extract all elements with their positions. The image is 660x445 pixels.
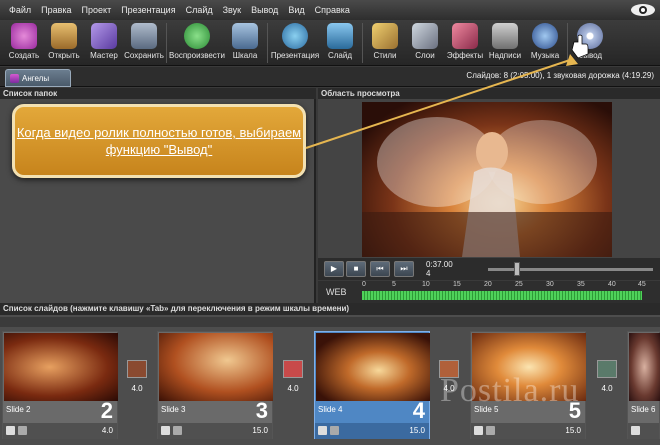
menu-edit[interactable]: Правка (36, 5, 76, 15)
transition-icon (597, 360, 617, 378)
timeline-icon (232, 23, 258, 49)
preview-image (362, 102, 612, 257)
effects-button[interactable]: Эффекты (445, 20, 485, 66)
create-button[interactable]: Создать (4, 20, 44, 66)
transition[interactable]: 4.0 (594, 360, 620, 400)
slide-icon (327, 23, 353, 49)
menu-slide[interactable]: Слайд (181, 5, 218, 15)
slide-play-icon[interactable] (474, 426, 483, 435)
time-readout: 0:37.00 4 (426, 260, 453, 278)
slide-footer: 15.0 (158, 423, 272, 439)
play-button[interactable]: ▶ (324, 261, 344, 277)
slides-scroll-track[interactable] (0, 317, 660, 327)
tutorial-callout: Когда видео ролик полностью готов, выбир… (12, 104, 306, 178)
layers-button[interactable]: Слои (405, 20, 445, 66)
presentation-button[interactable]: Презентация (270, 20, 320, 66)
project-status: Слайдов: 8 (2:05.00), 1 звуковая дорожка… (466, 71, 654, 80)
slide-card-selected[interactable]: Slide 4 4 15.0 (314, 331, 430, 439)
project-tab-bar: Ангелы Слайдов: 8 (2:05.00), 1 звуковая … (0, 67, 660, 87)
toolbar-divider (166, 23, 167, 63)
slide-thumbnail (159, 333, 273, 401)
styles-icon (372, 23, 398, 49)
slide-button[interactable]: Слайд (320, 20, 360, 66)
slide-card[interactable]: Slide 6 (627, 331, 660, 439)
tab-project[interactable]: Ангелы (5, 69, 71, 87)
slide-settings-icon[interactable] (18, 426, 27, 435)
toolbar-divider (567, 23, 568, 63)
quality-label: WEB (326, 287, 347, 297)
presentation-icon (282, 23, 308, 49)
open-icon (51, 23, 77, 49)
meter-bar (362, 291, 642, 300)
next-slide-button[interactable]: ⏭ (394, 261, 414, 277)
menu-output[interactable]: Вывод (246, 5, 283, 15)
transition-icon (283, 360, 303, 378)
save-button[interactable]: Сохранить (124, 20, 164, 66)
meter-ruler: 0 5 10 15 20 25 30 35 40 45 (362, 281, 646, 288)
slide-footer (628, 423, 659, 439)
toolbar-divider (267, 23, 268, 63)
output-button[interactable]: Вывод (570, 20, 610, 66)
scrubber-knob[interactable] (514, 262, 520, 276)
captions-button[interactable]: Надписи (485, 20, 525, 66)
effects-icon (452, 23, 478, 49)
eye-logo-icon (631, 4, 655, 16)
player-controls: ▶ ■ ⏮ ⏭ 0:37.00 4 (318, 258, 660, 280)
slide-play-icon[interactable] (161, 426, 170, 435)
captions-icon (492, 23, 518, 49)
timeline-scrubber[interactable] (488, 268, 653, 271)
slide-settings-icon[interactable] (173, 426, 182, 435)
slide-thumbnail (4, 333, 118, 401)
menu-project[interactable]: Проект (77, 5, 117, 15)
watermark: Postila.ru (440, 372, 580, 409)
menu-view[interactable]: Вид (283, 5, 309, 15)
slide-thumbnail (629, 333, 660, 401)
slide-play-icon[interactable] (318, 426, 327, 435)
menu-bar: Файл Правка Проект Презентация Слайд Зву… (0, 0, 660, 20)
slide-footer: 4.0 (3, 423, 117, 439)
slide-card[interactable]: Slide 3 3 15.0 (157, 331, 273, 439)
save-icon (131, 23, 157, 49)
slide-footer: 15.0 (315, 423, 429, 439)
slide-settings-icon[interactable] (486, 426, 495, 435)
menu-file[interactable]: Файл (4, 5, 36, 15)
music-icon (532, 23, 558, 49)
play-icon (184, 23, 210, 49)
menu-sound[interactable]: Звук (218, 5, 246, 15)
create-icon (11, 23, 37, 49)
timeline-button[interactable]: Шкала (225, 20, 265, 66)
play-button[interactable]: Воспроизвести (169, 20, 225, 66)
music-button[interactable]: Музыка (525, 20, 565, 66)
transition[interactable]: 4.0 (124, 360, 150, 400)
wizard-icon (91, 23, 117, 49)
project-icon (10, 73, 19, 83)
slides-panel-title: Список слайдов (нажмите клавишу «Tab» дл… (0, 303, 660, 315)
layers-icon (412, 23, 438, 49)
menu-help[interactable]: Справка (310, 5, 355, 15)
stop-button[interactable]: ■ (346, 261, 366, 277)
wizard-button[interactable]: Мастер (84, 20, 124, 66)
styles-button[interactable]: Стили (365, 20, 405, 66)
slide-play-icon[interactable] (6, 426, 15, 435)
toolbar-divider (362, 23, 363, 63)
output-disc-icon (577, 23, 603, 49)
open-button[interactable]: Открыть (44, 20, 84, 66)
prev-slide-button[interactable]: ⏮ (370, 261, 390, 277)
audio-meter: WEB 0 5 10 15 20 25 30 35 40 45 (318, 281, 660, 303)
slide-settings-icon[interactable] (330, 426, 339, 435)
slide-footer: 15.0 (471, 423, 585, 439)
slide-thumbnail (316, 333, 430, 401)
slide-play-icon[interactable] (631, 426, 640, 435)
transition[interactable]: 4.0 (280, 360, 306, 400)
toolbar: Создать Открыть Мастер Сохранить Воспрои… (0, 20, 660, 66)
transition-icon (127, 360, 147, 378)
slide-card[interactable]: Slide 2 2 4.0 (2, 331, 118, 439)
menu-presentation[interactable]: Презентация (116, 5, 180, 15)
